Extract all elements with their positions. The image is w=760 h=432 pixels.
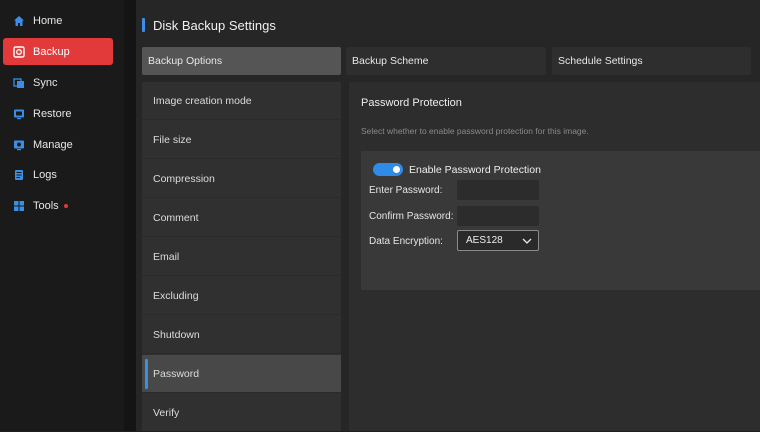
toggle-label: Enable Password Protection [409, 164, 541, 176]
option-file-size[interactable]: File size [142, 121, 341, 159]
option-label: Image creation mode [153, 94, 252, 107]
option-label: Password [153, 367, 200, 380]
option-password[interactable]: Password [142, 355, 341, 393]
enter-password-label: Enter Password: [369, 185, 443, 196]
main-content: Disk Backup Settings Backup Options Back… [136, 0, 760, 431]
tab-backup-options[interactable]: Backup Options [142, 47, 341, 75]
confirm-password-field[interactable] [457, 206, 539, 226]
option-shutdown[interactable]: Shutdown [142, 316, 341, 354]
sidebar-item-sync[interactable]: Sync [3, 69, 113, 96]
chevron-down-icon [522, 238, 532, 244]
sidebar-divider [124, 0, 136, 431]
data-encryption-label: Data Encryption: [369, 236, 443, 247]
option-label: Shutdown [153, 328, 200, 341]
option-image-creation-mode[interactable]: Image creation mode [142, 82, 341, 120]
select-value: AES128 [466, 235, 503, 246]
tab-backup-scheme[interactable]: Backup Scheme [346, 47, 546, 75]
password-panel: Password Protection Select whether to en… [349, 82, 760, 431]
title-accent-bar [142, 18, 145, 32]
sync-icon [13, 77, 25, 89]
panel-title: Password Protection [361, 97, 462, 109]
data-encryption-select[interactable]: AES128 [457, 230, 539, 251]
sidebar-item-label: Sync [33, 76, 58, 89]
tab-label: Schedule Settings [558, 55, 643, 67]
page-header: Disk Backup Settings [142, 17, 276, 33]
enter-password-field[interactable] [457, 180, 539, 200]
backup-icon [13, 45, 25, 58]
confirm-password-label: Confirm Password: [369, 211, 454, 222]
tools-icon [13, 200, 25, 212]
sidebar-item-restore[interactable]: Restore [3, 100, 113, 127]
sidebar-item-label: Restore [33, 107, 72, 120]
password-protection-toggle[interactable] [373, 163, 403, 176]
sidebar-item-label: Home [33, 14, 63, 27]
option-label: Compression [153, 172, 215, 185]
sidebar-item-label: Manage [33, 138, 73, 151]
option-label: Verify [153, 407, 180, 419]
option-comment[interactable]: Comment [142, 199, 341, 237]
option-label: Excluding [153, 289, 199, 302]
sidebar-item-label: Logs [33, 168, 57, 181]
sidebar-item-label: Tools [33, 199, 59, 212]
notification-dot [63, 203, 68, 208]
option-excluding[interactable]: Excluding [142, 277, 341, 315]
option-label: File size [153, 133, 192, 146]
sidebar-item-manage[interactable]: Manage [3, 131, 113, 158]
option-verify[interactable]: Verify [142, 394, 341, 432]
manage-icon [13, 139, 25, 151]
page-title: Disk Backup Settings [153, 17, 276, 33]
sidebar-item-logs[interactable]: Logs [3, 161, 113, 188]
sidebar-item-label: Backup [33, 45, 70, 58]
tab-schedule-settings[interactable]: Schedule Settings [552, 47, 751, 75]
sidebar-item-home[interactable]: Home [3, 7, 113, 34]
sidebar: Home Backup Sync Restore Manage Logs Too… [0, 0, 124, 431]
option-email[interactable]: Email [142, 238, 341, 276]
tab-label: Backup Scheme [352, 55, 429, 67]
sidebar-item-tools[interactable]: Tools [3, 192, 113, 219]
password-settings-box: Enable Password Protection Enter Passwor… [361, 151, 760, 290]
toggle-knob [393, 166, 400, 173]
sidebar-item-backup[interactable]: Backup [3, 38, 113, 65]
panel-description: Select whether to enable password protec… [361, 126, 589, 136]
options-list: Image creation mode File size Compressio… [142, 82, 341, 431]
option-label: Email [153, 250, 180, 263]
logs-icon [13, 169, 25, 181]
option-label: Comment [153, 211, 199, 224]
option-compression[interactable]: Compression [142, 160, 341, 198]
home-icon [13, 15, 25, 27]
active-indicator [145, 359, 148, 389]
tab-label: Backup Options [148, 55, 223, 67]
restore-icon [13, 108, 25, 120]
